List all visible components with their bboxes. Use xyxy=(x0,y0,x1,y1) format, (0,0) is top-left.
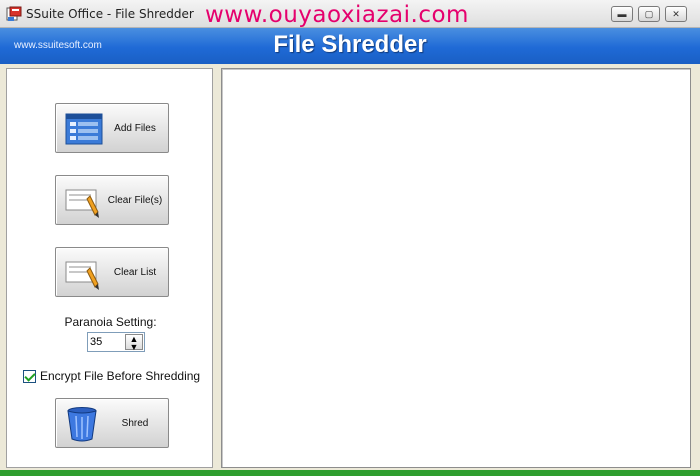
shred-button[interactable]: Shred xyxy=(55,398,169,448)
file-list[interactable] xyxy=(221,68,691,468)
banner-title: File Shredder xyxy=(273,31,427,58)
clear-list-label: Clear List xyxy=(113,266,157,278)
app-icon xyxy=(6,6,22,21)
encrypt-option[interactable]: Encrypt File Before Shredding xyxy=(23,369,200,383)
header-banner: www.ssuitesoft.com File Shredder xyxy=(0,28,700,64)
watermark-text: www.ouyaoxiazai.com xyxy=(205,2,469,28)
add-files-label: Add Files xyxy=(114,122,156,134)
clear-list-button[interactable]: Clear List xyxy=(55,247,169,297)
title-bar[interactable]: SSuite Office - File Shredder www.ouyaox… xyxy=(0,0,700,28)
maximize-icon: ▢ xyxy=(644,8,654,19)
window-title: SSuite Office - File Shredder xyxy=(26,7,194,21)
maximize-button[interactable]: ▢ xyxy=(638,6,660,22)
minimize-icon: ▬ xyxy=(617,9,627,19)
minimize-button[interactable]: ▬ xyxy=(611,6,633,22)
control-panel: Add Files Clear File(s) Clear List Paran… xyxy=(6,68,213,468)
clear-files-button[interactable]: Clear File(s) xyxy=(55,175,169,225)
paranoia-input[interactable] xyxy=(90,334,122,350)
trash-bin-icon xyxy=(67,407,97,442)
shred-label: Shred xyxy=(121,417,149,429)
add-files-icon xyxy=(65,113,103,145)
paranoia-stepper[interactable]: ▲▼ xyxy=(87,332,145,352)
encrypt-label: Encrypt File Before Shredding xyxy=(40,369,201,383)
encrypt-checkbox[interactable] xyxy=(23,369,36,383)
clear-list-icon xyxy=(65,261,99,290)
status-bar xyxy=(0,470,700,476)
spin-arrows-icon[interactable]: ▲ ▼ xyxy=(125,334,143,352)
paranoia-setting-label: Paranoia Setting: xyxy=(64,315,157,329)
add-files-button[interactable]: Add Files xyxy=(55,103,169,153)
close-button[interactable]: ✕ xyxy=(665,6,687,22)
app-window: SSuite Office - File Shredder www.ouyaox… xyxy=(0,0,700,476)
eraser-pencil-icon xyxy=(65,189,99,218)
close-icon: ✕ xyxy=(672,8,680,19)
clear-files-label: Clear File(s) xyxy=(107,194,163,206)
